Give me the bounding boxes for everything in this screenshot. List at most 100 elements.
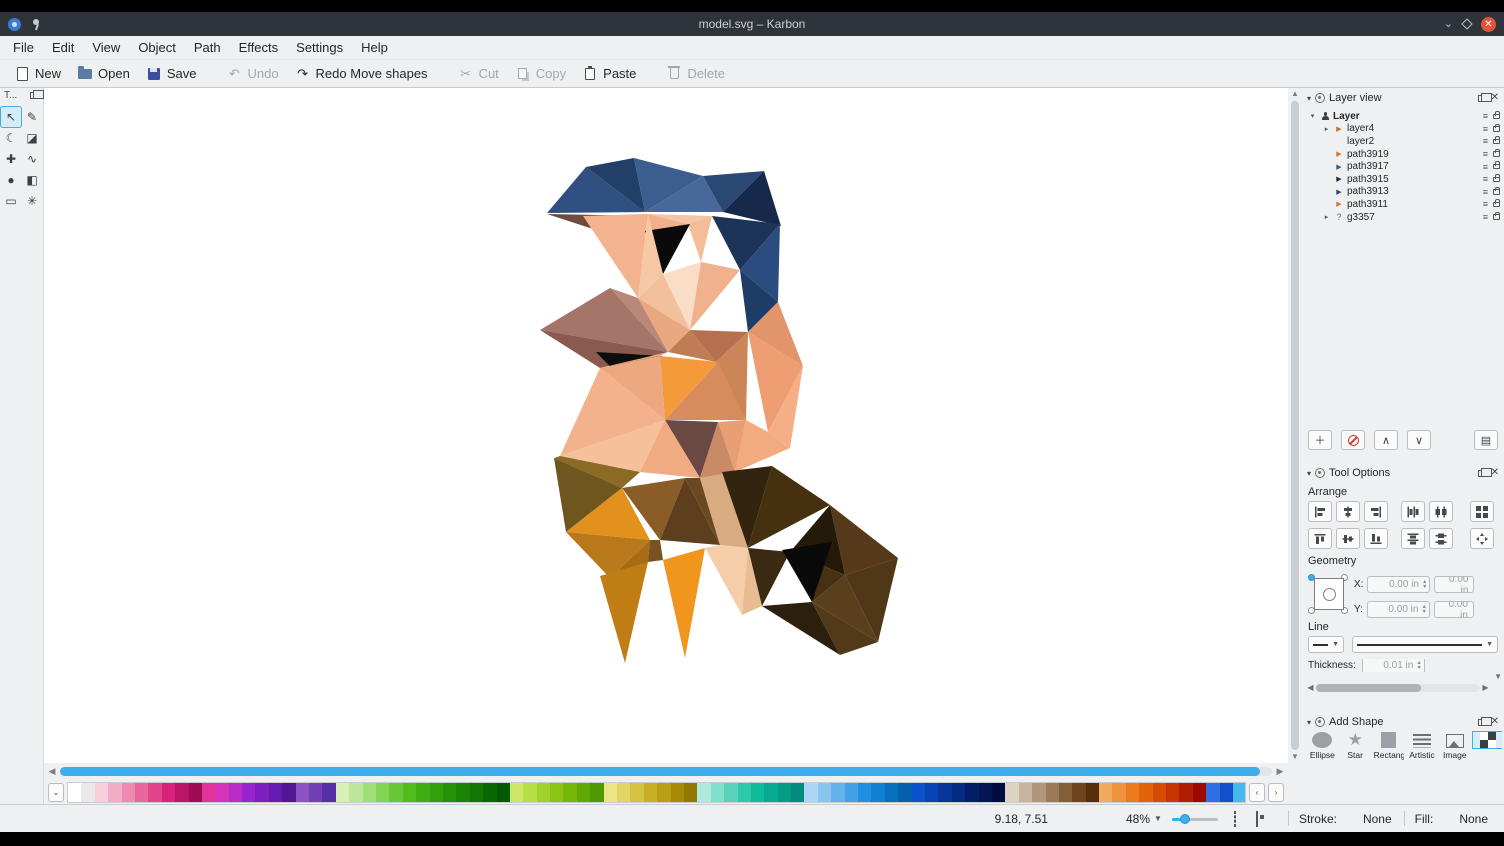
layer-tree-row[interactable]: ▸▶layer4≡ [1306, 123, 1500, 136]
color-swatch[interactable] [1153, 783, 1166, 802]
color-swatch[interactable] [617, 783, 630, 802]
artwork-polygon[interactable] [648, 540, 663, 562]
visibility-icon[interactable]: ≡ [1483, 149, 1488, 159]
layer-tree-row[interactable]: ▶path3915≡ [1306, 173, 1500, 186]
lock-icon[interactable] [1493, 151, 1500, 157]
color-swatch[interactable] [657, 783, 670, 802]
color-swatch[interactable] [925, 783, 938, 802]
chevron-right-icon[interactable]: ▸ [1322, 213, 1331, 221]
color-swatch[interactable] [1005, 783, 1018, 802]
scroll-left-icon[interactable]: ◀ [1306, 683, 1315, 692]
color-swatch[interactable] [885, 783, 898, 802]
line-cap-select[interactable]: ▼ [1308, 636, 1344, 653]
color-swatch[interactable] [269, 783, 282, 802]
pin-icon[interactable] [31, 19, 41, 29]
color-swatch[interactable] [1046, 783, 1059, 802]
hscroll-handle[interactable] [1316, 684, 1421, 692]
zoom-fit-page-button[interactable] [1256, 812, 1270, 826]
lock-icon[interactable] [1493, 202, 1500, 208]
color-swatch[interactable] [470, 783, 483, 802]
visibility-icon[interactable]: ≡ [1483, 124, 1488, 134]
color-swatch[interactable] [430, 783, 443, 802]
pan-tool[interactable]: ✳ [22, 191, 42, 211]
color-swatch[interactable] [376, 783, 389, 802]
maximize-icon[interactable] [1461, 18, 1472, 29]
color-swatch[interactable] [322, 783, 335, 802]
color-swatch[interactable] [148, 783, 161, 802]
layer-tree-row[interactable]: ▾Layer≡ [1306, 110, 1500, 123]
color-swatch[interactable] [577, 783, 590, 802]
menu-edit[interactable]: Edit [43, 37, 83, 58]
zoom-slider[interactable] [1172, 813, 1218, 825]
color-swatch[interactable] [95, 783, 108, 802]
menu-path[interactable]: Path [185, 37, 230, 58]
color-swatch[interactable] [912, 783, 925, 802]
color-swatch[interactable] [979, 783, 992, 802]
color-swatch[interactable] [242, 783, 255, 802]
shape-artistic[interactable]: Artistic [1408, 732, 1437, 760]
color-swatch[interactable] [563, 783, 576, 802]
gradient-tool[interactable]: ◧ [22, 170, 42, 190]
undo-button[interactable]: ↶Undo [218, 63, 286, 85]
color-swatch[interactable] [738, 783, 751, 802]
delete-layer-button[interactable] [1341, 430, 1365, 450]
layer-tree-row[interactable]: layer2≡ [1306, 135, 1500, 148]
align-bottom-button[interactable] [1364, 528, 1388, 549]
stroke-value[interactable]: None [1363, 812, 1392, 826]
color-swatch[interactable] [845, 783, 858, 802]
pencil-tool[interactable]: ∿ [22, 149, 42, 169]
hscroll-handle[interactable] [60, 767, 1260, 776]
color-swatch[interactable] [135, 783, 148, 802]
add-layer-button[interactable]: ＋ [1308, 430, 1332, 450]
visibility-icon[interactable]: ≡ [1483, 199, 1488, 209]
layer-tree-row[interactable]: ▶path3917≡ [1306, 160, 1500, 173]
color-swatch[interactable] [992, 783, 1005, 802]
color-swatch[interactable] [403, 783, 416, 802]
x-position-field[interactable]: 0.00 in ▲▼ [1367, 576, 1430, 593]
height-field[interactable]: 0.00 in [1434, 601, 1474, 618]
color-swatch[interactable] [215, 783, 228, 802]
thickness-field[interactable]: 0.01 in ▲▼ [1362, 659, 1425, 672]
scroll-left-icon[interactable]: ◀ [46, 766, 58, 777]
grid-arrange-button[interactable] [1470, 501, 1494, 522]
artwork-polygon[interactable] [583, 214, 648, 298]
lock-icon[interactable] [1493, 177, 1500, 183]
frame-tool[interactable]: ▭ [1, 191, 21, 211]
align-vcenter-button[interactable] [1336, 528, 1360, 549]
layer-tree-row[interactable]: ▶path3913≡ [1306, 186, 1500, 199]
color-swatch[interactable] [336, 783, 349, 802]
color-swatch[interactable] [818, 783, 831, 802]
color-swatch[interactable] [229, 783, 242, 802]
view-mode-button[interactable]: ▤ [1474, 430, 1498, 450]
color-swatch[interactable] [363, 783, 376, 802]
color-swatch[interactable] [1059, 783, 1072, 802]
color-swatch[interactable] [965, 783, 978, 802]
color-swatch[interactable] [510, 783, 523, 802]
layer-tree-row[interactable]: ▶path3919≡ [1306, 148, 1500, 161]
lower-layer-button[interactable]: ∨ [1407, 430, 1431, 450]
align-hcenter-button[interactable] [1336, 501, 1360, 522]
float-docker-icon[interactable] [1478, 95, 1487, 102]
color-swatch[interactable] [791, 783, 804, 802]
scroll-right-icon[interactable]: ▶ [1274, 766, 1286, 777]
curve-tool[interactable]: ☾ [1, 128, 21, 148]
fill-value[interactable]: None [1459, 812, 1488, 826]
shape-pattern[interactable] [1473, 732, 1502, 748]
chevron-right-icon[interactable]: ▸ [1322, 125, 1331, 133]
shape-ellipse[interactable]: Ellipse [1308, 732, 1337, 760]
redo-move-shapes-button[interactable]: ↷Redo Move shapes [287, 63, 436, 85]
artwork-polygon[interactable] [663, 548, 705, 658]
color-swatch[interactable] [724, 783, 737, 802]
palette-menu-button[interactable]: ⌄ [48, 783, 64, 802]
menu-effects[interactable]: Effects [230, 37, 288, 58]
brush-tool[interactable]: ● [1, 170, 21, 190]
menu-settings[interactable]: Settings [287, 37, 352, 58]
y-position-field[interactable]: 0.00 in ▲▼ [1367, 601, 1430, 618]
visibility-icon[interactable]: ≡ [1483, 212, 1488, 222]
color-swatch[interactable] [1220, 783, 1233, 802]
float-docker-icon[interactable] [1478, 470, 1487, 477]
artwork-lowpoly-figure[interactable] [44, 88, 1288, 763]
color-swatch[interactable] [68, 783, 81, 802]
visibility-icon[interactable]: ≡ [1483, 136, 1488, 146]
lock-icon[interactable] [1493, 164, 1500, 170]
